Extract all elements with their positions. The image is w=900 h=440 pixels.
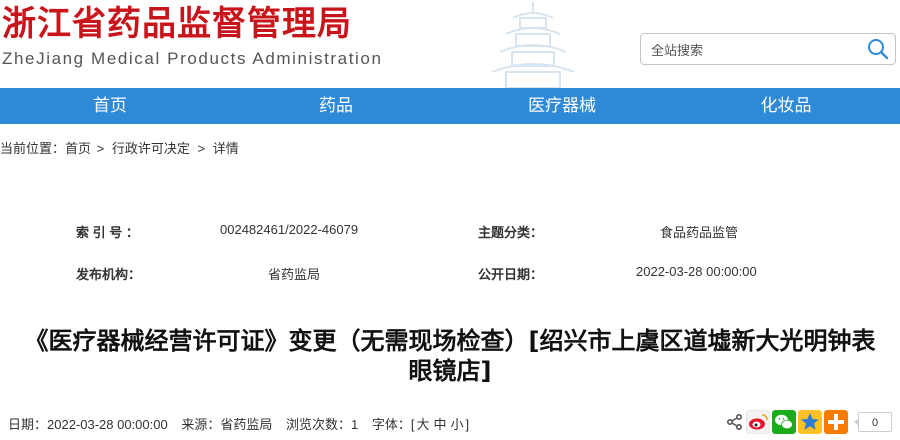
- font-size-label: 字体：[: [371, 417, 415, 432]
- breadcrumb-current: 详情: [212, 141, 239, 156]
- share-count-badge: 0: [854, 412, 892, 432]
- article-source: 来源：省药监局: [181, 417, 273, 432]
- breadcrumb-separator: >: [96, 141, 105, 156]
- publish-date-label: 公开日期：: [478, 267, 544, 282]
- breadcrumb-separator: >: [197, 141, 206, 156]
- site-header: 浙江省药品监督管理局 ZheJiang Medical Products Adm…: [0, 0, 900, 88]
- qzone-icon[interactable]: [798, 410, 822, 434]
- topic-label: 主题分类：: [478, 225, 544, 240]
- publish-date-value: 2022-03-28 00:00:00: [636, 264, 757, 279]
- main-nav: 首页 药品 医疗器械 化妆品: [0, 88, 900, 124]
- share-icon[interactable]: [726, 413, 744, 431]
- publisher-label: 发布机构：: [76, 267, 142, 282]
- wechat-icon[interactable]: [772, 410, 796, 434]
- search-input[interactable]: [649, 38, 865, 62]
- weibo-icon[interactable]: [746, 410, 770, 434]
- page-title: 《医疗器械经营许可证》变更（无需现场检查）[绍兴市上虞区道墟新大光明钟表 眼镜店…: [0, 326, 900, 386]
- site-logo-subtitle: ZheJiang Medical Products Administration: [2, 49, 383, 68]
- site-logo-title[interactable]: 浙江省药品监督管理局: [2, 4, 352, 44]
- font-size-close: ]: [465, 417, 470, 432]
- pagoda-watermark-icon: [491, 2, 575, 88]
- breadcrumb-prefix: 当前位置：: [0, 141, 66, 156]
- publisher-value: 省药监局: [268, 267, 321, 282]
- font-size-switcher: 字体：[大中小]: [372, 417, 469, 432]
- article-views: 浏览次数：1: [285, 417, 359, 432]
- breadcrumb: 当前位置：首页 > 行政许可决定 > 详情: [0, 138, 241, 157]
- topic-value: 食品药品监管: [660, 225, 739, 240]
- font-size-large-button[interactable]: 大: [416, 417, 429, 432]
- font-size-small-button[interactable]: 小: [451, 417, 464, 432]
- site-search: [640, 33, 896, 65]
- nav-item-cosmetics[interactable]: 化妆品: [761, 88, 812, 124]
- font-size-medium-button[interactable]: 中: [433, 417, 446, 432]
- breadcrumb-link-decisions[interactable]: 行政许可决定: [112, 141, 190, 156]
- breadcrumb-link-home[interactable]: 首页: [65, 141, 91, 156]
- article-info: 日期：2022-03-28 00:00:00 来源：省药监局 浏览次数：1 字体…: [8, 414, 479, 433]
- search-icon[interactable]: [867, 38, 889, 60]
- index-number-value: 002482461/2022-46079: [220, 222, 359, 237]
- nav-item-home[interactable]: 首页: [93, 88, 127, 124]
- nav-item-drugs[interactable]: 药品: [319, 88, 353, 124]
- index-number-label: 索 引 号 ：: [76, 225, 139, 240]
- article-date: 日期：2022-03-28 00:00:00: [8, 417, 168, 432]
- more-icon[interactable]: [824, 410, 848, 434]
- page-title-line: 《医疗器械经营许可证》变更（无需现场检查）[绍兴市上虞区道墟新大光明钟表: [24, 327, 876, 355]
- page-title-line: 眼镜店]: [408, 357, 492, 385]
- nav-item-medical-devices[interactable]: 医疗器械: [528, 88, 596, 124]
